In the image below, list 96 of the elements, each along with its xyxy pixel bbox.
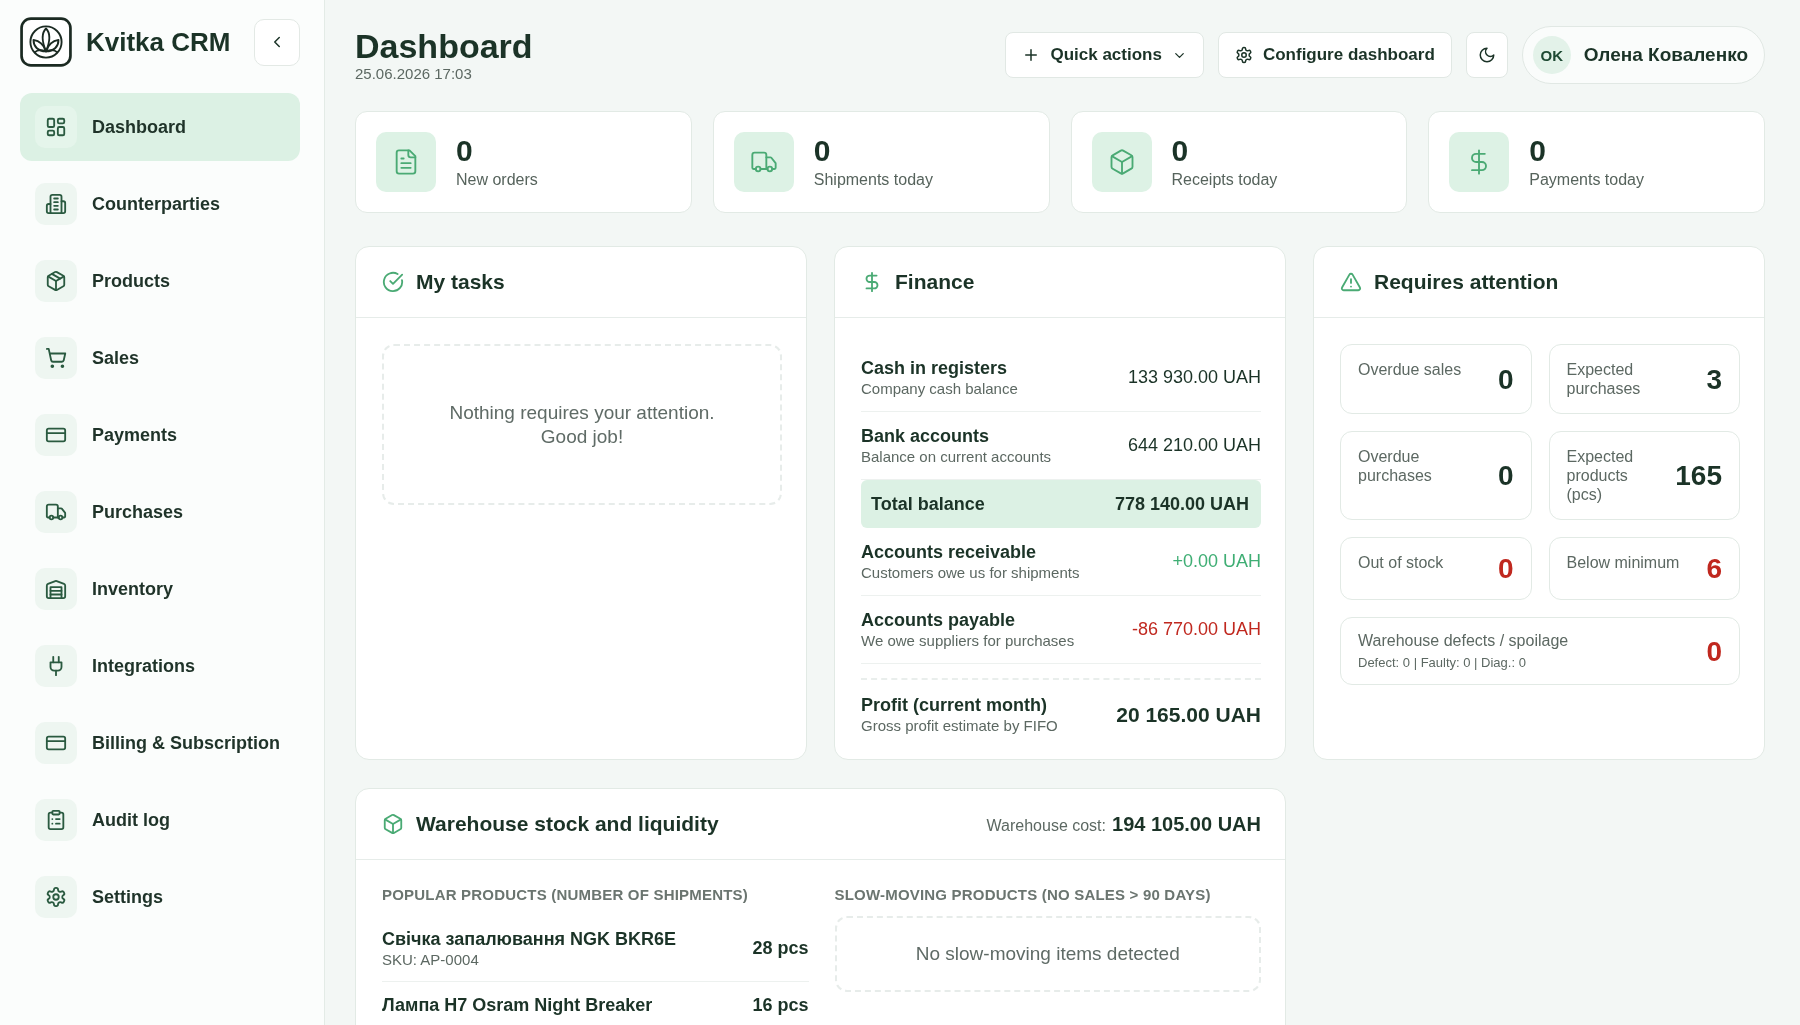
- finance-amount: 133 930.00 UAH: [1127, 367, 1261, 388]
- page-title: Dashboard: [355, 27, 533, 65]
- attention-label: Expected purchases: [1566, 360, 1642, 398]
- gear-icon: [1234, 46, 1253, 64]
- nav-item[interactable]: Billing & Subscription: [20, 709, 300, 777]
- plug-icon: [35, 645, 77, 687]
- nav-item[interactable]: Purchases: [20, 478, 300, 546]
- cost-value: 194 105.00 UAH: [1112, 812, 1261, 836]
- attention-label: Below minimum: [1566, 553, 1680, 572]
- finance-description: We owe suppliers for purchases: [861, 631, 1075, 650]
- finance-label: Bank accounts: [861, 425, 991, 447]
- shipment-count: 16 pcs: [752, 994, 809, 1016]
- nav-item[interactable]: Settings: [20, 863, 300, 931]
- settings-icon: [35, 876, 77, 918]
- attention-count: 0: [1497, 363, 1514, 395]
- building-icon: [35, 183, 77, 225]
- cube-icon: [1091, 132, 1152, 192]
- attention-count: 0: [1706, 635, 1722, 667]
- empty-state-message: No slow-moving items detected: [834, 916, 1261, 992]
- section-heading: SLOW-MOVING PRODUCTS (NO SALES > 90 DAYS): [834, 886, 1212, 904]
- nav-item[interactable]: Payments: [20, 401, 300, 469]
- empty-state-message: Nothing requires your attention. Good job!: [382, 344, 782, 505]
- section-heading: POPULAR PRODUCTS (NUMBER OF SHIPMENTS): [382, 886, 749, 904]
- theme-toggle-button[interactable]: [1465, 32, 1508, 78]
- finance-label: Accounts receivable: [861, 541, 1038, 563]
- quick-actions-button[interactable]: Quick actions: [1005, 32, 1204, 78]
- stat-value: 0: [1529, 134, 1547, 167]
- user-name: Олена Коваленко: [1583, 44, 1748, 66]
- stat-value: 0: [1171, 134, 1190, 167]
- profit-label: Profit (current month): [861, 694, 1048, 716]
- stat-label: New orders: [456, 169, 538, 190]
- attention-label: Overdue sales: [1358, 360, 1462, 379]
- nav-item[interactable]: Audit log: [20, 786, 300, 854]
- user-menu-button[interactable]: OK Олена Коваленко: [1521, 26, 1765, 84]
- finance-amount: +0.00 UAH: [1172, 551, 1261, 572]
- lotus-logo-icon: [20, 17, 72, 67]
- shipment-count: 28 pcs: [752, 938, 809, 959]
- panel-title: My tasks: [416, 270, 505, 294]
- finance-label: Cash in registers: [861, 357, 1009, 379]
- attention-count: 0: [1497, 553, 1514, 584]
- cart-icon: [35, 337, 77, 379]
- panel-title: Requires attention: [1374, 270, 1559, 294]
- product-name: Свічка запалювання NGK BKR6E: [382, 928, 677, 950]
- panel-title: Warehouse stock and liquidity: [416, 812, 719, 836]
- configure-dashboard-button[interactable]: Configure dashboard: [1217, 32, 1452, 78]
- truck-icon: [35, 491, 77, 533]
- profit-description: Gross profit estimate by FIFO: [861, 716, 1058, 735]
- stat-value: 0: [813, 134, 832, 167]
- stat-label: Shipments today: [813, 169, 933, 190]
- finance-amount: 644 210.00 UAH: [1127, 435, 1261, 456]
- finance-description: Customers owe us for shipments: [861, 563, 1080, 582]
- moon-icon: [1477, 46, 1496, 64]
- attention-detail: Defect: 0 | Faulty: 0 | Diag.: 0: [1358, 654, 1527, 671]
- attention-count: 165: [1675, 460, 1722, 491]
- truck-icon: [733, 132, 794, 192]
- document-icon: [376, 132, 436, 192]
- panel-title: Finance: [895, 270, 975, 294]
- finance-amount: -86 770.00 UAH: [1131, 619, 1261, 640]
- attention-label: Warehouse defects / spoilage: [1358, 631, 1569, 650]
- product-name: Лампа H7 Osram Night Breaker: [382, 994, 653, 1016]
- user-avatar: OK: [1532, 36, 1571, 74]
- profit-amount: 20 165.00 UAH: [1116, 702, 1261, 727]
- attention-count: 0: [1497, 460, 1514, 491]
- nav-item[interactable]: Inventory: [20, 555, 300, 623]
- cube-icon: [382, 813, 404, 835]
- finance-label: Accounts payable: [861, 609, 1017, 631]
- card-icon: [35, 722, 77, 764]
- warehouse-icon: [35, 568, 77, 610]
- stat-label: Payments today: [1529, 169, 1644, 190]
- clipboard-icon: [35, 799, 77, 841]
- grid-icon: [35, 106, 77, 148]
- nav-item[interactable]: Counterparties: [20, 170, 300, 238]
- nav-item[interactable]: Products: [20, 247, 300, 315]
- cube-icon: [35, 260, 77, 302]
- finance-description: Balance on current accounts: [861, 447, 1052, 466]
- total-label: Total balance: [871, 493, 985, 515]
- stat-label: Receipts today: [1171, 169, 1278, 190]
- attention-label: Expected products (pcs): [1566, 447, 1635, 504]
- check-circle-icon: [382, 271, 404, 293]
- attention-count: 3: [1706, 363, 1722, 395]
- attention-label: Out of stock: [1358, 553, 1444, 572]
- attention-count: 6: [1706, 553, 1722, 584]
- cost-label: Warehouse cost:: [986, 816, 1106, 835]
- finance-description: Company cash balance: [861, 379, 1018, 398]
- warning-icon: [1340, 271, 1362, 293]
- brand-name: Kvitka CRM: [86, 26, 231, 58]
- dollar-icon: [1449, 132, 1510, 192]
- nav-item[interactable]: Integrations: [20, 632, 300, 700]
- card-icon: [35, 414, 77, 456]
- nav-item[interactable]: Sales: [20, 324, 300, 392]
- attention-label: Overdue purchases: [1358, 447, 1433, 485]
- stat-value: 0: [456, 134, 474, 167]
- total-amount: 778 140.00 UAH: [1114, 493, 1249, 515]
- product-sku: SKU: AP-0004: [382, 950, 480, 969]
- date-time: 25.06.2026 17:03: [355, 65, 473, 83]
- nav-item[interactable]: Dashboard: [20, 93, 300, 161]
